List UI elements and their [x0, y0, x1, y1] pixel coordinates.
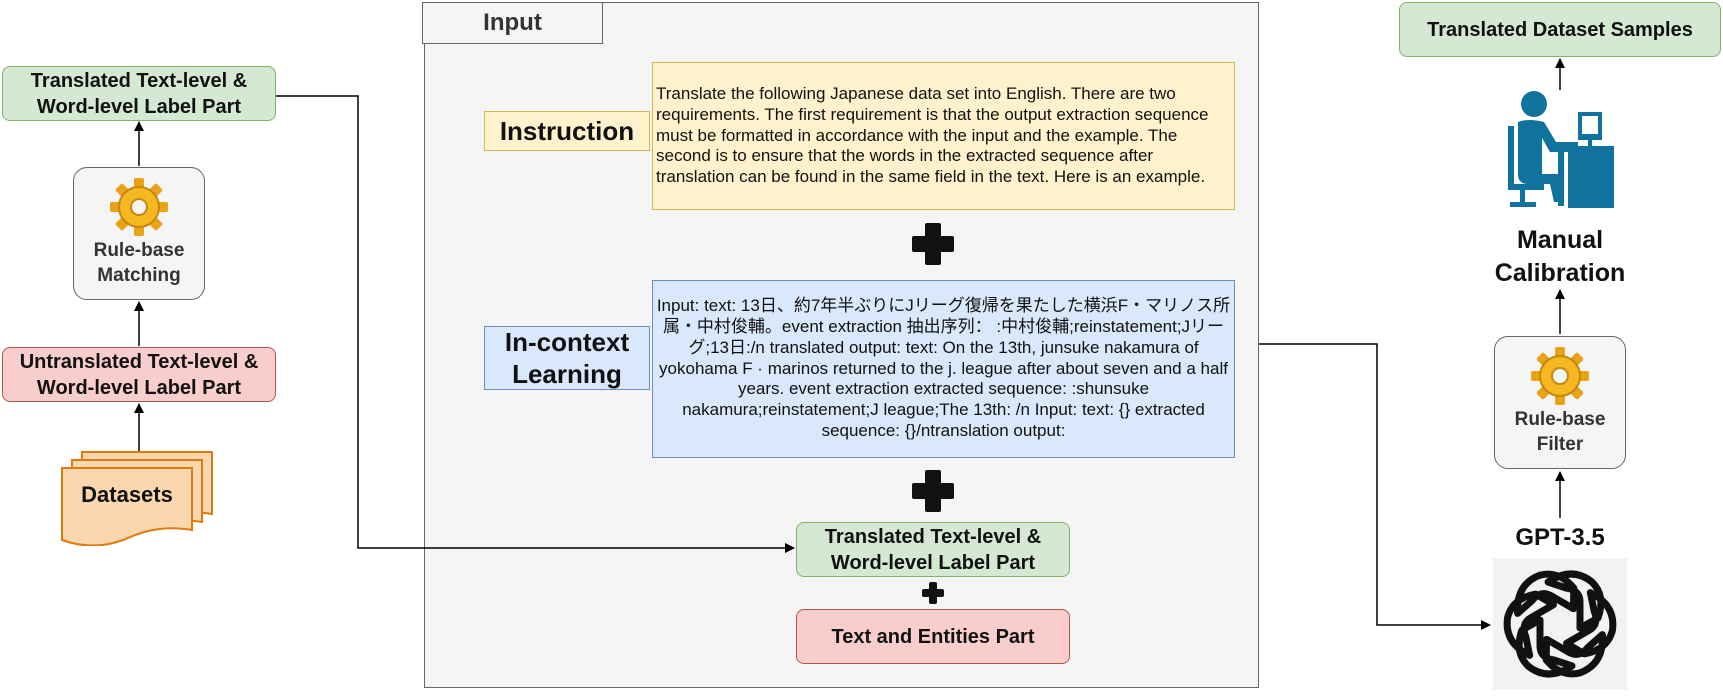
in-context-learning-text-box: Input: text: 13日、約7年半ぶりにJリーグ復帰を果たした横浜F・マ… — [652, 280, 1235, 458]
in-context-learning-text: Input: text: 13日、約7年半ぶりにJリーグ復帰を果たした横浜F・マ… — [656, 295, 1231, 441]
translated-label-part-left-text: Translated Text-level & Word-level Label… — [30, 69, 248, 118]
arrow-panel-to-gpt — [1259, 343, 1491, 630]
translated-label-part-panel-text: Translated Text-level & Word-level Label… — [824, 525, 1042, 574]
manual-calibration-label: Manual Calibration — [1494, 226, 1626, 287]
in-context-learning-label: In-context Learning — [484, 326, 650, 390]
gear-icon — [1531, 346, 1589, 405]
instruction-text-box: Translate the following Japanese data se… — [652, 62, 1235, 210]
rule-base-filter-label: Rule-base Filter — [1514, 408, 1606, 455]
plus-icon — [912, 470, 954, 512]
rule-base-matching-box: Rule-base Matching — [73, 167, 205, 300]
untranslated-label-part: Untranslated Text-level & Word-level Lab… — [2, 347, 276, 402]
plus-icon — [912, 223, 954, 265]
rule-base-filter-box: Rule-base Filter — [1494, 336, 1626, 469]
datasets-label: Datasets — [81, 482, 173, 507]
openai-logo-panel — [1493, 558, 1627, 690]
openai-logo-icon — [1503, 570, 1617, 678]
rule-base-matching-label: Rule-base Matching — [93, 239, 185, 286]
person-at-computer-icon — [1508, 91, 1614, 208]
instruction-text: Translate the following Japanese data se… — [656, 83, 1209, 187]
translated-dataset-samples-text: Translated Dataset Samples — [1427, 18, 1693, 41]
instruction-label: Instruction — [484, 111, 650, 151]
text-and-entities-part: Text and Entities Part — [796, 609, 1070, 664]
translated-dataset-samples: Translated Dataset Samples — [1399, 2, 1721, 57]
datasets-stack: Datasets — [60, 450, 220, 546]
gpt-label: GPT-3.5 — [1515, 524, 1605, 551]
translated-label-part-panel: Translated Text-level & Word-level Label… — [796, 522, 1070, 577]
gear-icon — [110, 177, 168, 236]
plus-icon — [922, 582, 944, 604]
untranslated-label-part-text: Untranslated Text-level & Word-level Lab… — [19, 350, 259, 399]
translated-label-part-left: Translated Text-level & Word-level Label… — [2, 66, 276, 121]
text-and-entities-part-text: Text and Entities Part — [831, 625, 1035, 648]
